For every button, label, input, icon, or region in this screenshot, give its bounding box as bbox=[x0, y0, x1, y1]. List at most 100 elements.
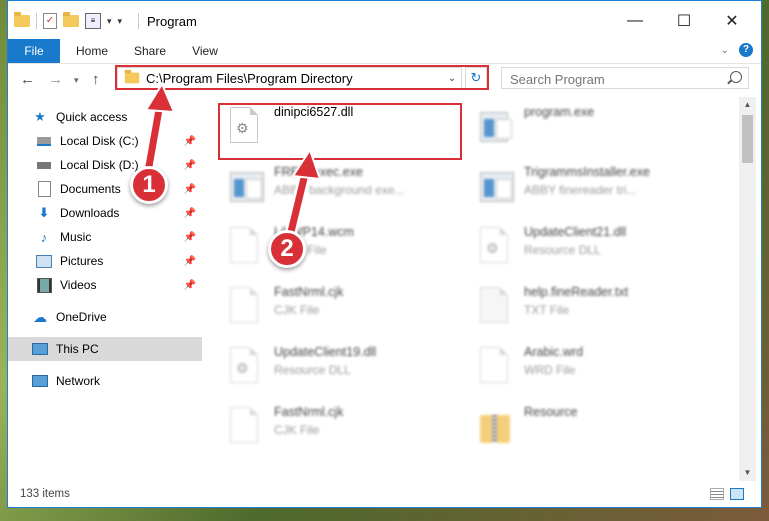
file-item[interactable]: Resource bbox=[458, 401, 698, 453]
close-button[interactable]: ✕ bbox=[709, 7, 755, 35]
file-item[interactable]: program.exe bbox=[458, 101, 698, 153]
maximize-button[interactable]: ☐ bbox=[661, 7, 707, 35]
pin-icon[interactable]: 📌 bbox=[184, 184, 196, 195]
qat-chevron-down-icon[interactable]: ▾ bbox=[107, 16, 112, 27]
sidebar-item-this-pc[interactable]: This PC bbox=[8, 337, 202, 361]
file-item[interactable]: FastNrml.cjk CJK File bbox=[208, 401, 448, 453]
file-name: FREngexec.exe bbox=[274, 165, 363, 179]
recent-locations-chevron-icon[interactable]: ▾ bbox=[74, 75, 79, 86]
back-arrow-icon[interactable]: ← bbox=[20, 71, 35, 88]
quick-access-toolbar: ✓ ≡ ▾ ▾ bbox=[14, 11, 122, 31]
dll-file-icon: ⚙ bbox=[230, 347, 262, 387]
explorer-window: ✓ ≡ ▾ ▾ Program — ☐ ✕ File Home Share Vi… bbox=[7, 0, 762, 508]
file-icon bbox=[230, 407, 262, 447]
search-input[interactable] bbox=[508, 69, 722, 89]
tab-home[interactable]: Home bbox=[70, 39, 114, 63]
file-item[interactable]: Arabic.wrd WRD File bbox=[458, 341, 698, 393]
file-item[interactable]: help.fineReader.txt TXT File bbox=[458, 281, 698, 333]
pin-icon[interactable]: 📌 bbox=[184, 256, 196, 267]
vertical-scrollbar[interactable]: ▲ ▼ bbox=[739, 97, 756, 481]
file-item[interactable]: FastNrml.cjk CJK File bbox=[208, 281, 448, 333]
scroll-down-arrow-icon[interactable]: ▼ bbox=[739, 465, 756, 481]
pin-icon[interactable]: 📌 bbox=[184, 136, 196, 147]
new-folder-icon[interactable] bbox=[63, 12, 79, 27]
exe-file-icon bbox=[480, 107, 512, 147]
pictures-icon bbox=[36, 253, 52, 269]
scrollbar-thumb[interactable] bbox=[742, 115, 753, 163]
sidebar-item-label: Videos bbox=[60, 278, 97, 292]
sidebar-item-label: Downloads bbox=[60, 206, 120, 220]
sidebar-item-label: This PC bbox=[56, 342, 99, 356]
forward-arrow-icon[interactable]: → bbox=[48, 71, 63, 88]
help-icon[interactable]: ? bbox=[739, 43, 753, 57]
sidebar-item-label: Network bbox=[56, 374, 101, 388]
network-icon bbox=[32, 373, 48, 389]
ribbon-tabs: File Home Share View ⌄ ? bbox=[8, 39, 761, 64]
sidebar-item-documents[interactable]: Documents 📌 bbox=[8, 177, 202, 201]
sidebar-item-local-disk-d[interactable]: Local Disk (D:) 📌 bbox=[8, 153, 202, 177]
drive-icon bbox=[36, 133, 52, 149]
search-box[interactable] bbox=[501, 67, 749, 89]
documents-icon bbox=[36, 181, 52, 197]
pin-icon[interactable]: 📌 bbox=[184, 280, 196, 291]
file-item[interactable]: FREngexec.exe ABBY background exe... bbox=[208, 161, 448, 213]
file-item[interactable]: TrigrammsInstaller.exe ABBY finereader t… bbox=[458, 161, 698, 213]
pin-icon[interactable]: 📌 bbox=[184, 232, 196, 243]
view-options-icon[interactable]: ≡ bbox=[85, 13, 101, 29]
up-arrow-icon[interactable]: ↑ bbox=[92, 71, 100, 88]
file-name: Arabic.wrd bbox=[524, 345, 584, 359]
exe-file-icon bbox=[230, 167, 264, 207]
tab-view[interactable]: View bbox=[186, 39, 224, 63]
navigation-bar: ← → ▾ ↑ C:\Program Files\Program Directo… bbox=[8, 64, 761, 94]
sidebar-item-network[interactable]: Network bbox=[8, 369, 202, 393]
download-icon: ⬇ bbox=[38, 205, 50, 220]
sidebar-item-videos[interactable]: Videos 📌 bbox=[8, 273, 202, 297]
tab-file[interactable]: File bbox=[8, 39, 60, 63]
scroll-up-arrow-icon[interactable]: ▲ bbox=[739, 97, 756, 113]
file-item[interactable]: LibWP14.wcm WCM File bbox=[208, 221, 448, 273]
minimize-button[interactable]: — bbox=[612, 7, 658, 35]
sidebar-item-label: OneDrive bbox=[56, 310, 107, 324]
address-folder-icon bbox=[124, 69, 140, 84]
address-dropdown-chevron-icon[interactable]: ⌄ bbox=[443, 73, 461, 84]
details-view-icon[interactable] bbox=[710, 488, 724, 500]
file-type: WRD File bbox=[524, 363, 576, 377]
expand-ribbon-chevron-icon[interactable]: ⌄ bbox=[721, 45, 729, 56]
file-type: ABBY background exe... bbox=[274, 183, 405, 197]
folder-icon bbox=[14, 12, 30, 27]
sidebar-item-pictures[interactable]: Pictures 📌 bbox=[8, 249, 202, 273]
file-item[interactable]: ⚙ dinipci6527.dll bbox=[208, 101, 448, 153]
file-item[interactable]: ⚙ UpdateClient21.dll Resource DLL bbox=[458, 221, 698, 273]
sidebar-item-downloads[interactable]: ⬇ Downloads 📌 bbox=[8, 201, 202, 225]
sidebar-item-music[interactable]: ♪ Music 📌 bbox=[8, 225, 202, 249]
file-type: CJK File bbox=[274, 423, 320, 437]
toolbar-separator bbox=[36, 13, 37, 29]
file-item[interactable]: ⚙ UpdateClient19.dll Resource DLL bbox=[208, 341, 448, 393]
qat-customize-icon[interactable]: ▾ bbox=[118, 16, 123, 27]
address-bar[interactable]: C:\Program Files\Program Directory ⌄ bbox=[117, 67, 462, 89]
file-list: ⚙ dinipci6527.dll program.exe FREngexec.… bbox=[208, 97, 738, 481]
sidebar-item-local-disk-c[interactable]: Local Disk (C:) 📌 bbox=[8, 129, 202, 153]
pin-icon[interactable]: 📌 bbox=[184, 208, 196, 219]
item-count: 133 items bbox=[20, 488, 70, 500]
file-name: TrigrammsInstaller.exe bbox=[524, 165, 650, 179]
file-type: ABBY finereader tri... bbox=[524, 183, 637, 197]
file-name: Resource bbox=[524, 405, 578, 419]
large-icons-view-icon[interactable] bbox=[730, 488, 744, 500]
tab-share[interactable]: Share bbox=[130, 39, 170, 63]
archive-folder-icon bbox=[480, 407, 512, 447]
sidebar-item-quick-access[interactable]: ★ Quick access bbox=[8, 105, 202, 129]
address-path[interactable]: C:\Program Files\Program Directory bbox=[146, 71, 443, 86]
properties-check-icon[interactable]: ✓ bbox=[43, 13, 57, 29]
pin-icon[interactable]: 📌 bbox=[184, 160, 196, 171]
file-name: FastNrml.cjk bbox=[274, 285, 344, 299]
sidebar-item-onedrive[interactable]: ☁ OneDrive bbox=[8, 305, 202, 329]
refresh-icon[interactable]: ↻ bbox=[465, 67, 487, 89]
search-icon[interactable] bbox=[730, 71, 742, 83]
exe-file-icon bbox=[480, 167, 514, 207]
file-name: program.exe bbox=[524, 105, 595, 119]
file-name: help.fineReader.txt bbox=[524, 285, 629, 299]
file-name: UpdateClient21.dll bbox=[524, 225, 627, 239]
file-icon bbox=[230, 287, 262, 327]
window-title: Program bbox=[147, 14, 197, 29]
